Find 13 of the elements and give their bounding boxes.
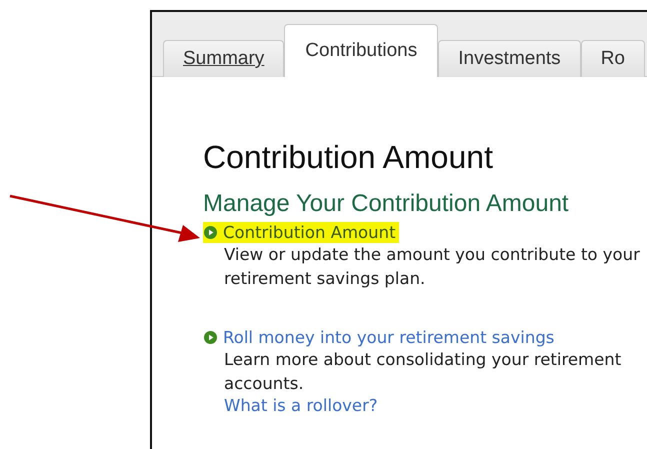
tab[interactable]: Contributions — [284, 24, 438, 77]
link-description: View or update the amount you contribute to your retirement savings plan. — [224, 244, 641, 290]
link[interactable]: Roll money into your retirement savings — [203, 327, 558, 348]
tab[interactable]: Investments — [438, 40, 581, 77]
tab[interactable]: Summary — [163, 40, 284, 77]
page-heading: Contribution Amount — [203, 139, 494, 176]
play-icon — [204, 331, 217, 344]
tab[interactable]: Ro — [580, 40, 645, 77]
link[interactable]: Contribution Amount — [203, 222, 399, 243]
section-heading: Manage Your Contribution Amount — [203, 190, 570, 218]
link[interactable]: What is a rollover? — [224, 396, 378, 415]
play-icon — [204, 226, 217, 239]
link-description: Learn more about consolidating your retirement accounts. — [224, 349, 622, 395]
